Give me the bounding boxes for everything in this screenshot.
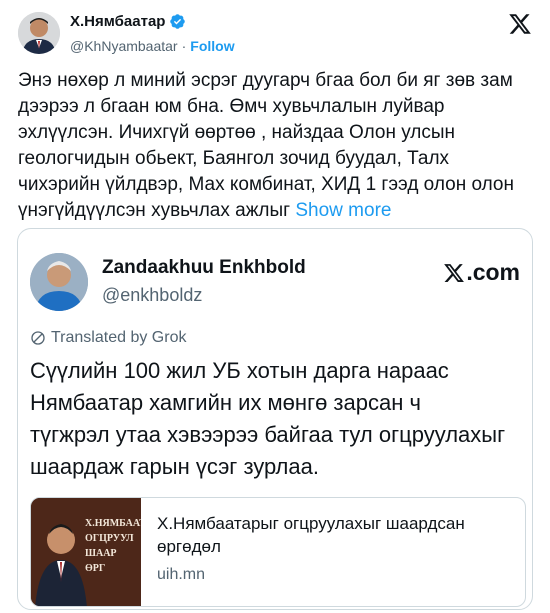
follow-button[interactable]: Follow: [190, 38, 234, 54]
source-label: .com: [466, 259, 520, 285]
x-logo-icon[interactable]: [508, 12, 532, 36]
quoted-tweet-card[interactable]: Zandaakhuu Enkhbold @enkhboldz .com Tran…: [17, 228, 533, 610]
author-name-row: Х.Нямбаатар: [70, 13, 186, 30]
link-domain[interactable]: uih.mn: [157, 566, 205, 584]
link-preview-card[interactable]: Х.НЯМБААТ ОГЦРУУЛ ШААР ӨРГ Х.Нямбаатарыг…: [30, 497, 526, 607]
verified-badge-icon: [170, 14, 186, 29]
quote-text-line: түгжрэл утаа хэвээрээ байгаа тул огцруул…: [30, 422, 506, 447]
author-handle[interactable]: @KhNyambaatar: [70, 38, 178, 54]
quote-author-name[interactable]: Zandaakhuu Enkhbold: [102, 257, 306, 279]
tweet-body: Энэ нөхөр л миний эсрэг дуугарч бгаа бол…: [18, 70, 514, 221]
thumb-text-line: Х.НЯМБААТ: [85, 518, 141, 529]
author-handle-row: @KhNyambaatar · Follow: [70, 38, 235, 54]
thumb-text-line: ОГЦРУУЛ: [85, 533, 134, 544]
link-thumbnail: Х.НЯМБААТ ОГЦРУУЛ ШААР ӨРГ: [31, 498, 141, 606]
quote-text-line: Нямбаатар хамгийн их мөнгө зарсан ч: [30, 390, 421, 415]
link-title[interactable]: Х.Нямбаатарыг огцруулахыг шаардсан өргөд…: [157, 512, 517, 558]
translated-label: Translated by Grok: [51, 329, 187, 346]
thumb-text-line: ӨРГ: [85, 563, 106, 574]
x-logo-icon: [444, 263, 465, 282]
quote-text-line: шаардаж гарын үсэг зурлаа.: [30, 454, 319, 479]
author-name[interactable]: Х.Нямбаатар: [70, 13, 165, 30]
separator-dot: ·: [181, 38, 187, 54]
quote-text-line: Сүүлийн 100 жил УБ хотын дарга нараас: [30, 358, 449, 383]
quote-text: Сүүлийн 100 жил УБ хотын дарга нараас Ня…: [30, 355, 532, 483]
author-avatar[interactable]: [18, 12, 60, 54]
translate-icon: [31, 331, 45, 345]
tweet-header: Х.Нямбаатар @KhNyambaatar · Follow: [0, 0, 550, 70]
thumb-text-line: ШААР: [85, 548, 117, 559]
tweet-text: Энэ нөхөр л миний эсрэг дуугарч бгаа бол…: [18, 68, 533, 224]
quote-author-avatar[interactable]: [30, 253, 88, 311]
source-badge: .com: [443, 259, 520, 286]
show-more-link[interactable]: Show more: [295, 200, 391, 221]
translated-by-grok[interactable]: Translated by Grok: [30, 329, 186, 347]
quote-author-handle[interactable]: @enkhboldz: [102, 285, 202, 306]
